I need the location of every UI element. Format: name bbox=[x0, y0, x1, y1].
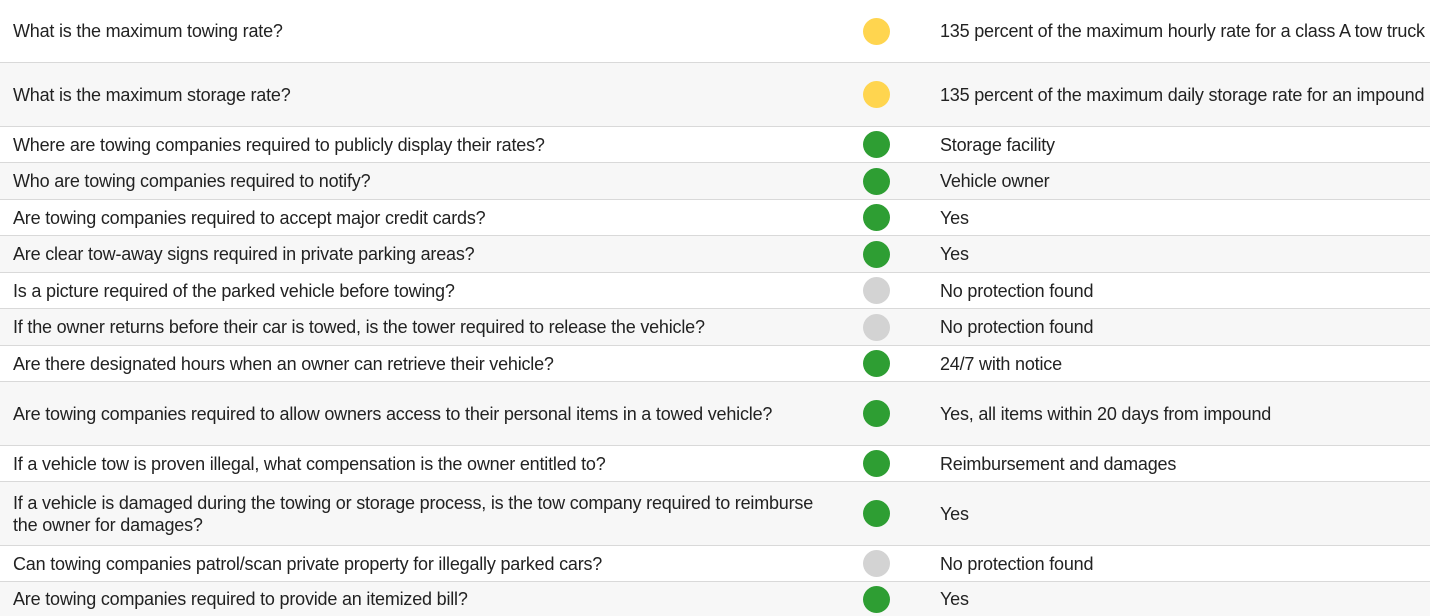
status-dot-icon bbox=[863, 350, 890, 377]
status-cell bbox=[825, 131, 928, 158]
answer-cell: 24/7 with notice bbox=[940, 353, 1062, 374]
answer-cell: No protection found bbox=[940, 553, 1094, 574]
status-cell bbox=[825, 81, 928, 108]
table-row: Are there designated hours when an owner… bbox=[0, 346, 1430, 382]
answer-cell: 135 percent of the maximum daily storage… bbox=[940, 84, 1425, 105]
status-dot-icon bbox=[863, 585, 890, 613]
question-cell: What is the maximum storage rate? bbox=[13, 84, 291, 105]
question-cell: Are towing companies required to allow o… bbox=[13, 403, 773, 424]
status-dot-icon bbox=[863, 167, 890, 195]
status-cell bbox=[825, 167, 928, 195]
answer-cell: No protection found bbox=[940, 317, 1094, 337]
status-cell bbox=[825, 350, 928, 377]
table-row: Can towing companies patrol/scan private… bbox=[0, 546, 1430, 582]
status-dot-icon bbox=[863, 81, 890, 108]
table-row: If a vehicle tow is proven illegal, what… bbox=[0, 446, 1430, 482]
question-cell: Can towing companies patrol/scan private… bbox=[13, 553, 603, 574]
status-cell bbox=[825, 240, 928, 268]
status-dot-icon bbox=[863, 400, 890, 427]
answer-cell: Yes bbox=[940, 503, 969, 524]
status-dot-icon bbox=[863, 17, 890, 45]
answer-cell: Yes, all items within 20 days from impou… bbox=[940, 403, 1272, 424]
answer-cell: Yes bbox=[940, 207, 969, 228]
question-cell: Are towing companies required to provide… bbox=[13, 589, 468, 609]
answer-cell: 135 percent of the maximum hourly rate f… bbox=[940, 21, 1425, 41]
status-dot-icon bbox=[863, 450, 890, 477]
question-cell: If a vehicle tow is proven illegal, what… bbox=[13, 453, 606, 474]
table-row: Is a picture required of the parked vehi… bbox=[0, 273, 1430, 309]
status-cell bbox=[825, 450, 928, 477]
table-row: Are towing companies required to allow o… bbox=[0, 382, 1430, 446]
status-cell bbox=[825, 500, 928, 527]
table-row: Are towing companies required to accept … bbox=[0, 200, 1430, 236]
question-cell: Is a picture required of the parked vehi… bbox=[13, 280, 455, 301]
table-row: Are clear tow-away signs required in pri… bbox=[0, 236, 1430, 273]
answer-cell: Vehicle owner bbox=[940, 171, 1050, 191]
status-dot-icon bbox=[863, 313, 890, 341]
question-cell: Are there designated hours when an owner… bbox=[13, 353, 554, 374]
answer-cell: Reimbursement and damages bbox=[940, 453, 1177, 474]
question-cell: What is the maximum towing rate? bbox=[13, 21, 283, 41]
status-cell bbox=[825, 400, 928, 427]
status-cell bbox=[825, 17, 928, 45]
question-cell: Are towing companies required to accept … bbox=[13, 207, 486, 228]
towing-protections-table: What is the maximum towing rate? 135 per… bbox=[0, 0, 1430, 616]
status-dot-icon bbox=[863, 240, 890, 268]
status-dot-icon bbox=[863, 131, 890, 158]
status-dot-icon bbox=[863, 500, 890, 527]
table-row: Who are towing companies required to not… bbox=[0, 163, 1430, 200]
answer-cell: Yes bbox=[940, 589, 969, 609]
table-row: Where are towing companies required to p… bbox=[0, 127, 1430, 163]
table-row: If the owner returns before their car is… bbox=[0, 309, 1430, 346]
answer-cell: Yes bbox=[940, 244, 969, 264]
question-cell: Where are towing companies required to p… bbox=[13, 134, 545, 155]
status-dot-icon bbox=[863, 550, 890, 577]
table-row: What is the maximum towing rate? 135 per… bbox=[0, 0, 1430, 63]
question-cell: If the owner returns before their car is… bbox=[13, 317, 705, 337]
question-cell: Are clear tow-away signs required in pri… bbox=[13, 244, 475, 264]
question-cell: If a vehicle is damaged during the towin… bbox=[13, 492, 814, 535]
status-cell bbox=[825, 277, 928, 304]
table-row: What is the maximum storage rate? 135 pe… bbox=[0, 63, 1430, 127]
status-cell bbox=[825, 313, 928, 341]
status-cell bbox=[825, 550, 928, 577]
status-dot-icon bbox=[863, 277, 890, 304]
table-row: Are towing companies required to provide… bbox=[0, 582, 1430, 616]
table-row: If a vehicle is damaged during the towin… bbox=[0, 482, 1430, 546]
status-dot-icon bbox=[863, 204, 890, 231]
question-cell: Who are towing companies required to not… bbox=[13, 171, 371, 191]
answer-cell: Storage facility bbox=[940, 134, 1055, 155]
status-cell bbox=[825, 204, 928, 231]
status-cell bbox=[825, 585, 928, 613]
answer-cell: No protection found bbox=[940, 280, 1094, 301]
